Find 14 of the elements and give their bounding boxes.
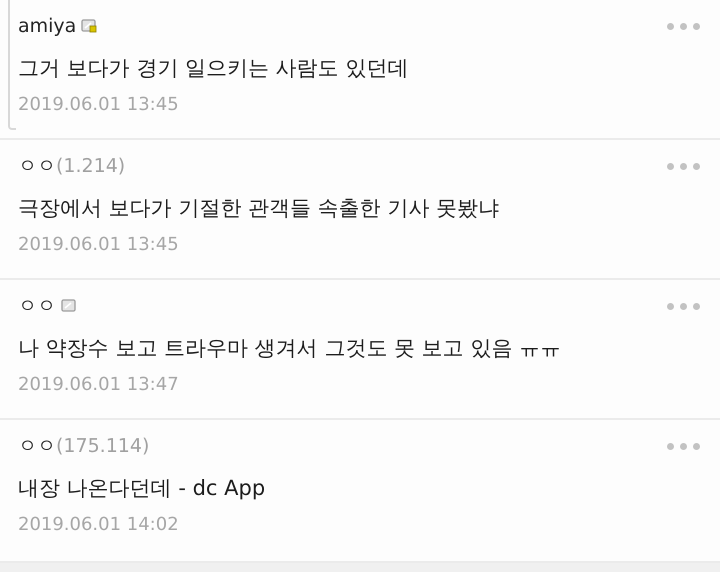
comment-text: 내장 나온다던데 - dc App (18, 475, 266, 502)
author-name: ㅇㅇ (18, 434, 56, 459)
author-name: ㅇㅇ (18, 154, 56, 179)
comment-text: 극장에서 보다가 기절한 관객들 속출한 기사 못봤냐 (18, 195, 500, 222)
comment-date: 2019.06.01 13:47 (18, 374, 180, 395)
author-name: ㅇㅇ (18, 294, 56, 319)
ip-address: (1.214) (56, 155, 126, 177)
comment-date: 2019.06.01 13:45 (18, 94, 180, 115)
comment-date: 2019.06.01 13:45 (18, 234, 180, 255)
comment-date: 2019.06.01 14:02 (18, 514, 180, 535)
ip-address: (175.114) (56, 435, 150, 457)
author-name: amiya (18, 15, 76, 37)
comment-text: 나 약장수 보고 트라우마 생겨서 그것도 못 보고 있음 ㅠㅠ (18, 335, 562, 362)
comment-text: 그거 보다가 경기 일으키는 사람도 있던데 (18, 55, 410, 82)
